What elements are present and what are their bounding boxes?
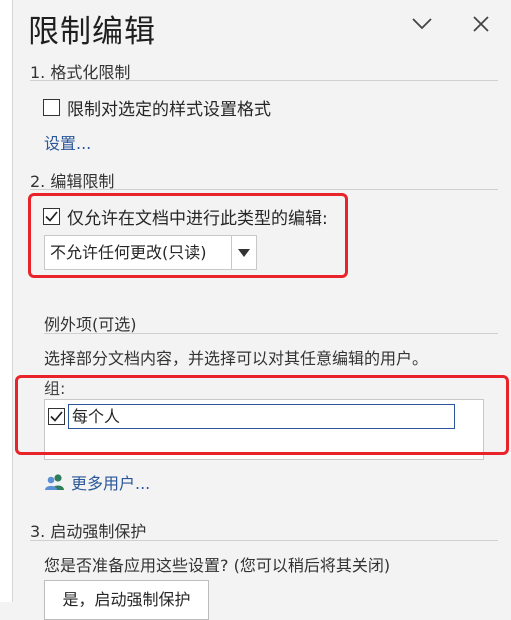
document-edge: [0, 0, 13, 602]
more-users-link[interactable]: 更多用户...: [44, 470, 150, 494]
section-divider: [44, 333, 498, 334]
section-divider: [30, 80, 498, 81]
checkmark-icon: [45, 211, 58, 222]
groups-list: 每个人: [44, 399, 484, 460]
more-users-label: 更多用户...: [71, 474, 151, 493]
chevron-down-icon: [412, 18, 432, 30]
dropdown-arrow-button[interactable]: [231, 236, 256, 269]
list-item[interactable]: 每个人: [48, 404, 455, 429]
exceptions-heading: 例外项(可选): [44, 315, 137, 334]
format-restriction-label: 限制对选定的样式设置格式: [67, 100, 271, 120]
group-everyone-checkbox[interactable]: [48, 408, 65, 425]
pane-title: 限制编辑: [28, 14, 156, 50]
start-enforcing-button[interactable]: 是，启动强制保护: [44, 580, 209, 620]
checkmark-icon: [50, 411, 63, 422]
format-restriction-checkbox[interactable]: [43, 99, 60, 116]
dropdown-arrow-icon: [238, 248, 250, 257]
users-icon: [45, 474, 64, 490]
section-enforcement-heading: 3. 启动强制保护: [30, 522, 147, 541]
close-icon: [473, 16, 489, 32]
exceptions-instruction: 选择部分文档内容，并选择可以对其任意编辑的用户。: [44, 349, 429, 368]
close-pane-button[interactable]: [464, 8, 498, 40]
editing-restriction-label: 仅允许在文档中进行此类型的编辑:: [67, 209, 328, 229]
task-pane-options-button[interactable]: [405, 8, 439, 40]
settings-link[interactable]: 设置...: [44, 130, 91, 154]
format-restriction-checkbox-row[interactable]: 限制对选定的样式设置格式: [43, 95, 271, 120]
groups-label: 组:: [44, 379, 66, 398]
section-divider: [30, 540, 498, 541]
editing-restriction-checkbox-row[interactable]: 仅允许在文档中进行此类型的编辑:: [43, 204, 328, 229]
group-everyone-name[interactable]: 每个人: [68, 404, 455, 429]
restrict-editing-pane: 限制编辑 1. 格式化限制 限制对选定的样式设置格式 设置... 2. 编辑限制…: [13, 0, 511, 620]
editing-type-value: 不允许任何更改(只读): [50, 243, 207, 262]
enforcement-question: 您是否准备应用这些设置? (您可以稍后将其关闭): [44, 556, 391, 575]
section-divider: [30, 189, 498, 190]
editing-restriction-checkbox[interactable]: [43, 208, 60, 225]
editing-type-dropdown[interactable]: 不允许任何更改(只读): [44, 235, 257, 270]
